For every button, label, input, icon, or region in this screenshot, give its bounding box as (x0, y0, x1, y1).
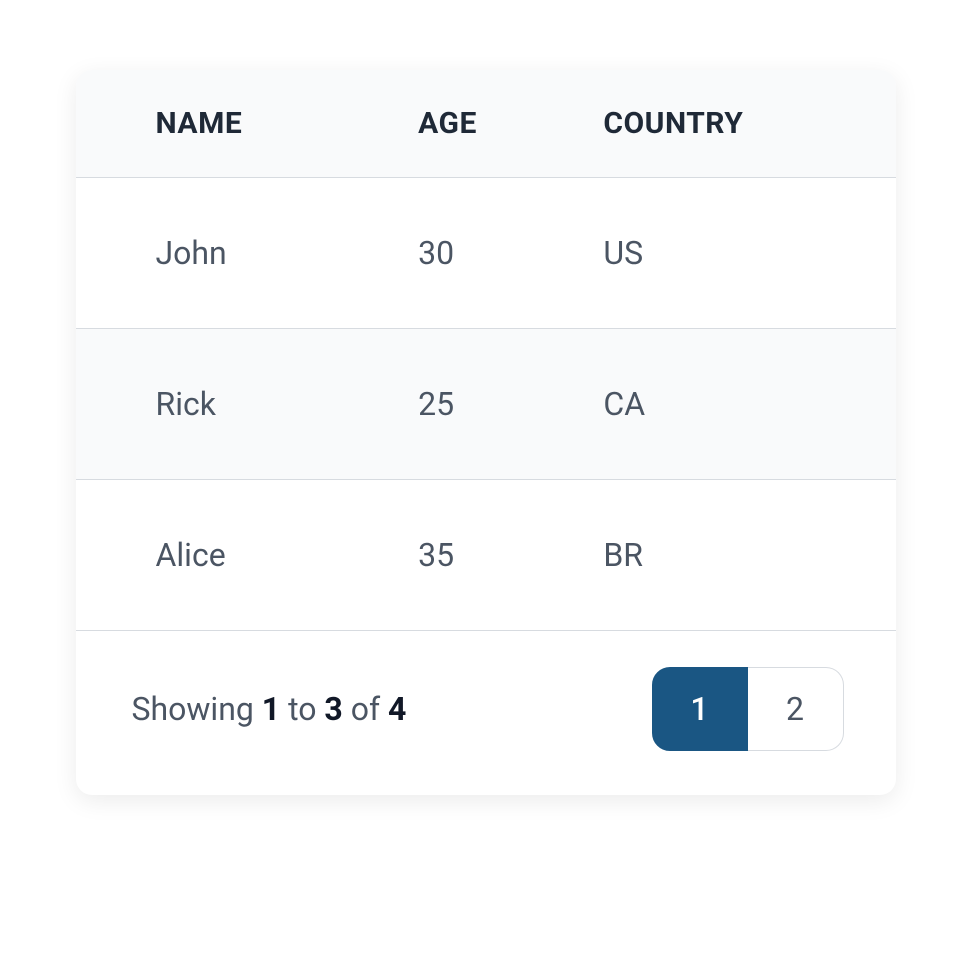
table-row: Alice 35 BR (76, 480, 896, 631)
cell-age: 35 (398, 480, 583, 631)
pagination-controls: 1 2 (652, 667, 844, 751)
cell-country: BR (583, 480, 895, 631)
page-button-1[interactable]: 1 (652, 667, 748, 751)
data-table-card: NAME AGE COUNTRY John 30 US Rick 25 CA A… (76, 70, 896, 795)
showing-total: 4 (388, 690, 406, 728)
showing-to: 3 (324, 690, 342, 728)
cell-name: Alice (76, 480, 399, 631)
showing-from: 1 (262, 690, 280, 728)
table-row: Rick 25 CA (76, 329, 896, 480)
to-word: to (280, 690, 324, 728)
cell-age: 25 (398, 329, 583, 480)
pagination-status-text: Showing 1 to 3 of 4 (132, 690, 407, 728)
table-row: John 30 US (76, 178, 896, 329)
column-header-name[interactable]: NAME (76, 70, 399, 178)
column-header-country[interactable]: COUNTRY (583, 70, 895, 178)
showing-prefix: Showing (132, 690, 262, 728)
page-button-2[interactable]: 2 (748, 667, 844, 751)
cell-country: US (583, 178, 895, 329)
cell-name: John (76, 178, 399, 329)
of-word: of (343, 690, 388, 728)
table-footer: Showing 1 to 3 of 4 1 2 (76, 631, 896, 795)
data-table: NAME AGE COUNTRY John 30 US Rick 25 CA A… (76, 70, 896, 631)
cell-name: Rick (76, 329, 399, 480)
cell-country: CA (583, 329, 895, 480)
column-header-age[interactable]: AGE (398, 70, 583, 178)
table-header-row: NAME AGE COUNTRY (76, 70, 896, 178)
cell-age: 30 (398, 178, 583, 329)
